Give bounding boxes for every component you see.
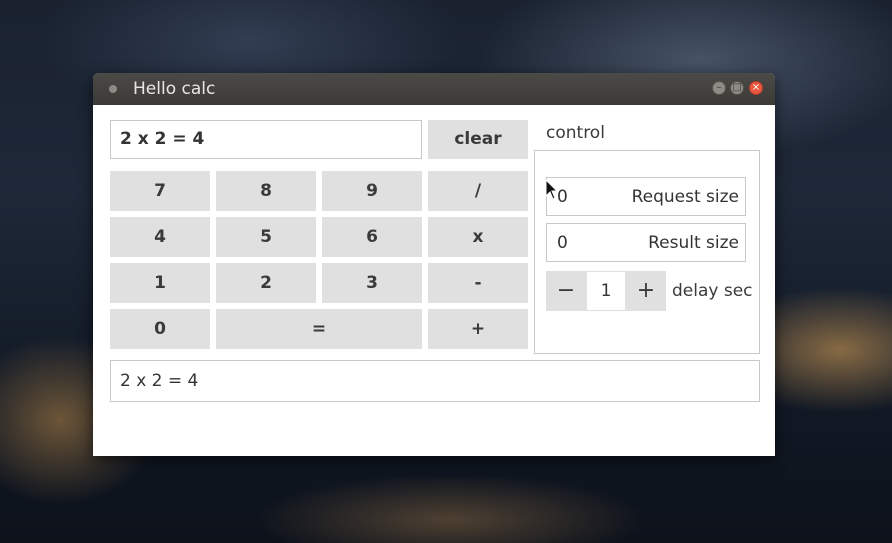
- title-bar[interactable]: Hello calc – □ ×: [93, 73, 775, 105]
- maximize-icon[interactable]: □: [730, 81, 744, 95]
- calculator-window: Hello calc – □ × 2 x 2 = 4 clear 7 8 9 /…: [93, 73, 775, 456]
- result-size-value: 0: [557, 233, 568, 253]
- add-button[interactable]: +: [428, 309, 528, 349]
- request-size-field[interactable]: 0 Request size: [546, 177, 746, 216]
- key-4-button[interactable]: 4: [110, 217, 210, 257]
- delay-increment-button[interactable]: +: [626, 271, 666, 311]
- clear-button[interactable]: clear: [428, 120, 528, 159]
- multiply-button[interactable]: x: [428, 217, 528, 257]
- key-0-button[interactable]: 0: [110, 309, 210, 349]
- result-size-field[interactable]: 0 Result size: [546, 223, 746, 262]
- key-5-button[interactable]: 5: [216, 217, 316, 257]
- delay-value-field[interactable]: 1: [586, 271, 626, 311]
- key-3-button[interactable]: 3: [322, 263, 422, 303]
- expression-display[interactable]: 2 x 2 = 4: [110, 120, 422, 159]
- minimize-icon[interactable]: –: [712, 81, 726, 95]
- key-1-button[interactable]: 1: [110, 263, 210, 303]
- window-menu-icon[interactable]: [109, 85, 117, 93]
- close-icon[interactable]: ×: [749, 81, 763, 95]
- result-output-field[interactable]: 2 x 2 = 4: [110, 360, 760, 402]
- control-heading: control: [546, 123, 605, 143]
- request-size-label: Request size: [631, 187, 739, 207]
- subtract-button[interactable]: -: [428, 263, 528, 303]
- equals-button[interactable]: =: [216, 309, 422, 349]
- key-7-button[interactable]: 7: [110, 171, 210, 211]
- divide-button[interactable]: /: [428, 171, 528, 211]
- mouse-cursor-icon: [545, 179, 559, 200]
- window-title: Hello calc: [133, 79, 216, 99]
- delay-label: delay sec: [672, 281, 753, 301]
- key-9-button[interactable]: 9: [322, 171, 422, 211]
- delay-decrement-button[interactable]: −: [546, 271, 586, 311]
- key-6-button[interactable]: 6: [322, 217, 422, 257]
- result-size-label: Result size: [648, 233, 739, 253]
- key-2-button[interactable]: 2: [216, 263, 316, 303]
- key-8-button[interactable]: 8: [216, 171, 316, 211]
